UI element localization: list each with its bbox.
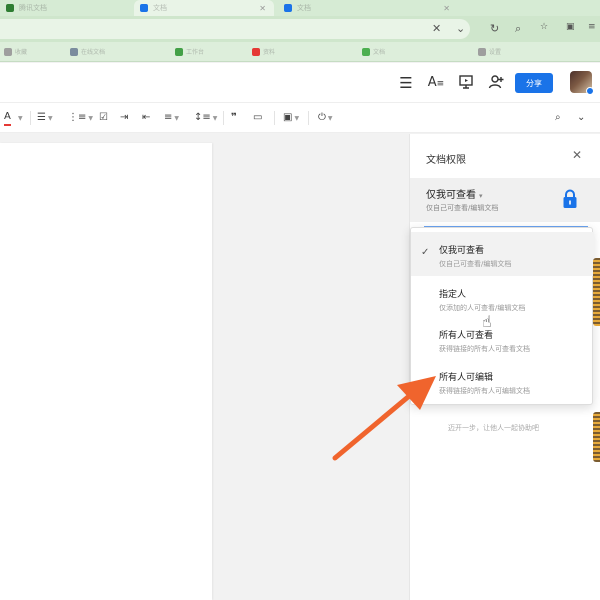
toolbar-divider (308, 111, 309, 125)
chevron-down-icon: ▾ (479, 192, 483, 200)
option-title: 仅我可查看 (439, 246, 485, 256)
toolbar-divider (30, 111, 31, 125)
tab-favicon-icon (140, 4, 148, 12)
avatar-status-icon (586, 87, 594, 95)
address-bar-row: ✕ ⌄ ↻ ⌕ ☆ ▣ ≡ (0, 16, 600, 42)
bookmark-favicon-icon (362, 47, 370, 56)
bullet-list-icon[interactable]: ☰ ▼ (37, 110, 53, 126)
document-page[interactable] (0, 143, 212, 600)
add-collaborator-icon[interactable] (487, 74, 505, 92)
browser-tab-1[interactable]: 腾讯文档 (0, 0, 128, 16)
font-color-button[interactable]: A (4, 110, 11, 126)
bookmark-favicon-icon (478, 47, 486, 56)
side-drag-handle[interactable] (593, 258, 600, 326)
checkbox-icon[interactable]: ☑ (99, 110, 108, 126)
close-icon[interactable]: ✕ (570, 148, 584, 162)
avatar[interactable] (570, 71, 594, 95)
document-canvas (0, 134, 410, 600)
tab-favicon-icon (6, 4, 14, 12)
bookmark-item[interactable]: 收藏 (4, 47, 27, 56)
bookmark-label: 在线文档 (81, 49, 106, 56)
attachment-icon[interactable]: ⏻ ▼ (318, 110, 333, 126)
bookmark-label: 工作台 (186, 49, 205, 56)
bookmark-item[interactable]: 在线文档 (70, 47, 105, 56)
new-tab-area (462, 0, 582, 16)
font-color-label: A (4, 111, 11, 122)
toolbar-divider (223, 111, 224, 125)
tab-title: 腾讯文档 (19, 4, 47, 12)
numbered-list-icon[interactable]: ⋮≡ ▼ (68, 110, 93, 126)
permission-option-anyone-edit[interactable]: 所有人可编辑 获得链接的所有人可编辑文档 (411, 359, 594, 403)
tab-close-icon[interactable]: ✕ (259, 4, 266, 13)
side-drag-handle[interactable] (593, 412, 600, 462)
option-desc: 仅自己可查看/编辑文档 (439, 260, 512, 268)
tab-favicon-icon (284, 4, 292, 12)
browser-tab-strip: 腾讯文档 文档 ✕ 文档 ✕ (0, 0, 600, 16)
share-button[interactable]: 分享 (515, 73, 553, 93)
font-size-icon[interactable]: A≡ (427, 74, 445, 92)
more-icon[interactable]: ≡ (588, 22, 596, 32)
indent-icon[interactable]: ⇥ (120, 110, 128, 126)
refresh-icon[interactable]: ↻ (490, 22, 499, 35)
collaborate-hint: 迈开一步，让他人一起协助吧 (448, 424, 539, 432)
permission-select[interactable]: 仅我可查看 ▾ 仅自己可查看/编辑文档 (410, 178, 600, 222)
bookmark-favicon-icon (252, 47, 260, 56)
tab-title: 文档 (153, 4, 167, 12)
collapse-icon[interactable]: ⌄ (577, 110, 585, 126)
line-spacing-icon[interactable]: ↕≡ ▼ (194, 110, 217, 126)
font-color-caret-icon[interactable]: ▼ (16, 110, 23, 126)
quote-icon[interactable]: ❞ (231, 110, 237, 126)
current-permission-label: 仅我可查看 (426, 190, 476, 201)
panel-title: 文档权限 (426, 155, 466, 166)
clear-url-icon[interactable]: ✕ (432, 22, 441, 35)
menu-icon[interactable]: ☰ (397, 74, 415, 92)
bookmark-label: 收藏 (15, 49, 28, 56)
bookmark-item[interactable]: 资料 (252, 47, 275, 56)
toolbar-divider (274, 111, 275, 125)
url-field[interactable] (0, 19, 470, 39)
lock-icon (563, 189, 577, 208)
check-icon: ✓ (421, 247, 430, 258)
bookmark-item[interactable]: 文档 (362, 47, 385, 56)
browser-tab-2[interactable]: 文档 ✕ (134, 0, 274, 16)
bookmark-label: 设置 (489, 49, 502, 56)
extensions-icon[interactable]: ▣ (566, 22, 575, 32)
option-desc: 获得链接的所有人可编辑文档 (439, 387, 530, 395)
search-icon[interactable]: ⌕ (555, 110, 561, 126)
insert-image-icon[interactable]: ▣ ▼ (283, 110, 299, 126)
option-desc: 获得链接的所有人可查看文档 (439, 345, 530, 353)
bookmark-icon[interactable]: ☆ (540, 22, 548, 32)
tab-close-icon[interactable]: ✕ (443, 4, 450, 13)
bookmark-favicon-icon (175, 47, 183, 56)
code-block-icon[interactable]: ▭ (253, 110, 262, 126)
permission-dropdown: ✓ 仅我可查看 仅自己可查看/编辑文档 指定人 仅添加的人可查看/编辑文档 所有… (410, 227, 594, 405)
outdent-icon[interactable]: ⇤ (142, 110, 150, 126)
current-permission-desc: 仅自己可查看/编辑文档 (426, 204, 499, 212)
option-title: 指定人 (439, 290, 467, 300)
align-icon[interactable]: ≡ ▼ (164, 110, 179, 126)
permission-option-only-me[interactable]: ✓ 仅我可查看 仅自己可查看/编辑文档 (411, 232, 594, 276)
permission-option-anyone-view[interactable]: 所有人可查看 获得链接的所有人可查看文档 (411, 317, 594, 361)
bookmark-item[interactable]: 工作台 (175, 47, 204, 56)
bookmarks-bar: 收藏 在线文档 工作台 资料 文档 设置 (0, 42, 600, 62)
format-toolbar: A ▼ ☰ ▼ ⋮≡ ▼ ☑ ⇥ ⇤ ≡ ▼ ↕≡ ▼ ❞ ▭ ▣ ▼ ⏻ ▼ ⌕ ⌄ (0, 103, 600, 133)
dropdown-icon[interactable]: ⌄ (456, 22, 465, 35)
permission-option-specified[interactable]: 指定人 仅添加的人可查看/编辑文档 (411, 276, 594, 320)
document-header: ☰ A≡ 分享 (0, 63, 600, 103)
bookmark-favicon-icon (70, 47, 78, 56)
bookmark-item[interactable]: 设置 (478, 47, 501, 56)
present-icon[interactable] (457, 74, 475, 92)
bookmark-favicon-icon (4, 47, 12, 56)
option-title: 所有人可编辑 (439, 373, 494, 383)
browser-tab-3[interactable]: 文档 ✕ (278, 0, 458, 16)
tab-title: 文档 (297, 4, 311, 12)
search-icon[interactable]: ⌕ (515, 22, 521, 36)
current-permission: 仅我可查看 ▾ (426, 186, 483, 201)
bookmark-label: 资料 (263, 49, 276, 56)
bookmark-label: 文档 (373, 49, 386, 56)
hand-cursor-icon: ☝ (482, 312, 492, 331)
